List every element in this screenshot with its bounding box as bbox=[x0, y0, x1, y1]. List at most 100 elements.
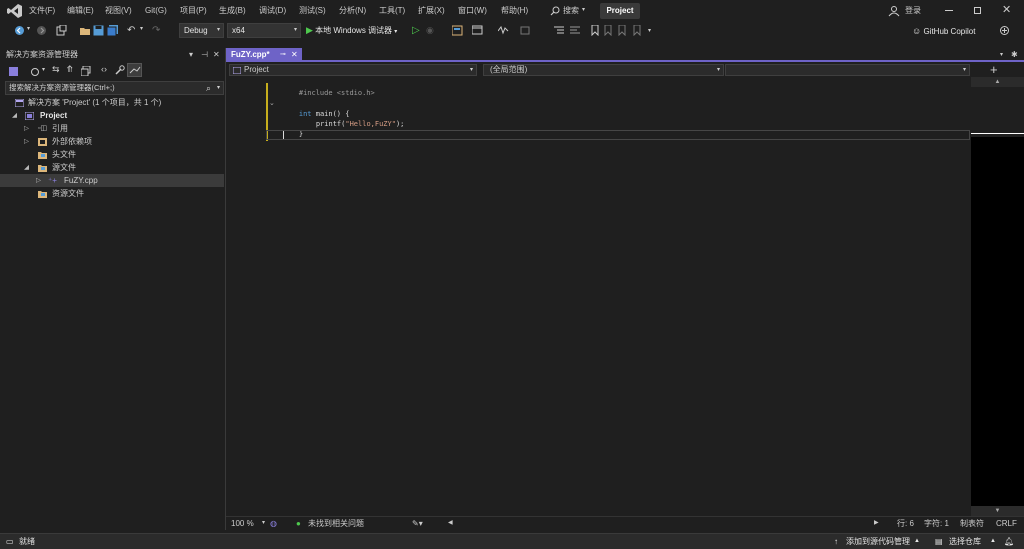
solution-configuration-dropdown[interactable]: Debug ▾ bbox=[179, 23, 224, 38]
notifications-bell-icon[interactable]: 🔔︎ bbox=[1004, 534, 1014, 549]
tab-pin-icon[interactable]: ⊸ bbox=[280, 48, 286, 62]
tree-item-solution[interactable]: 解决方案 'Project' (1 个项目，共 1 个) bbox=[0, 96, 224, 109]
zoom-level-dropdown[interactable]: 100 % bbox=[231, 517, 254, 530]
collapsed-arrow-icon[interactable]: ▷ bbox=[24, 122, 29, 135]
start-without-debugging-icon[interactable]: ▷ bbox=[412, 25, 423, 36]
solution-search-input[interactable]: 搜索解决方案资源管理器(Ctrl+;) ⌕ ▾ bbox=[5, 81, 224, 95]
window-position-icon[interactable]: ▾ bbox=[189, 48, 193, 62]
chevron-up-icon[interactable]: ▲ bbox=[990, 534, 996, 549]
navigate-forward-icon[interactable] bbox=[36, 25, 47, 36]
save-icon[interactable] bbox=[93, 25, 104, 36]
collapse-region-icon[interactable]: ⌄ bbox=[269, 99, 275, 107]
undo-icon[interactable]: ↶ bbox=[127, 25, 138, 36]
sync-with-document-icon[interactable]: ⇆ bbox=[52, 64, 60, 75]
solution-platform-dropdown[interactable]: x64 ▾ bbox=[227, 23, 301, 38]
properties-wrench-icon[interactable] bbox=[115, 65, 125, 75]
line-ending-indicator[interactable]: CRLF bbox=[996, 517, 1017, 530]
menu-view[interactable]: 视图(V) bbox=[105, 0, 132, 22]
tab-close-icon[interactable]: ✕ bbox=[291, 48, 298, 62]
minimize-window-button[interactable] bbox=[945, 10, 953, 11]
collapsed-arrow-icon[interactable]: ▷ bbox=[36, 174, 41, 187]
github-copilot-button[interactable]: ☺ GitHub Copilot bbox=[912, 22, 975, 40]
global-search-button[interactable]: 搜索 ▾ bbox=[546, 3, 590, 19]
close-window-button[interactable]: ✕ bbox=[1002, 5, 1011, 16]
scroll-left-arrow-icon[interactable]: ◀ bbox=[448, 517, 453, 530]
scroll-right-arrow-icon[interactable]: ▶ bbox=[874, 517, 879, 530]
menu-help[interactable]: 帮助(H) bbox=[501, 0, 528, 22]
vertical-scrollbar-map[interactable] bbox=[971, 77, 1024, 516]
tree-item-fuzy-cpp[interactable]: ▷ ⁺+ FuZY.cpp bbox=[0, 174, 224, 187]
menu-analyze[interactable]: 分析(N) bbox=[339, 0, 366, 22]
menu-edit[interactable]: 编辑(E) bbox=[67, 0, 94, 22]
show-all-files-icon[interactable] bbox=[81, 66, 91, 76]
clear-bookmarks-icon[interactable] bbox=[632, 25, 643, 36]
redo-icon[interactable]: ↷ bbox=[152, 25, 163, 36]
select-repository-button[interactable]: 选择仓库 bbox=[949, 534, 981, 549]
navigate-back-icon[interactable] bbox=[14, 25, 25, 36]
open-folder-icon[interactable] bbox=[80, 25, 91, 36]
preview-selected-items-icon[interactable] bbox=[127, 63, 142, 77]
line-number-indicator[interactable]: 行: 6 bbox=[897, 517, 914, 530]
menu-tools[interactable]: 工具(T) bbox=[379, 0, 405, 22]
code-view-icon[interactable]: ‹› bbox=[101, 64, 107, 74]
code-cleanup-icon[interactable]: ✎▾ bbox=[412, 517, 423, 530]
scope-dropdown[interactable]: (全局范围) ▾ bbox=[483, 64, 724, 76]
previous-bookmark-icon[interactable] bbox=[603, 25, 614, 36]
tree-item-source-files[interactable]: ◢ 源文件 bbox=[0, 161, 224, 174]
format-document-icon[interactable] bbox=[554, 25, 565, 36]
bookmark-icon[interactable] bbox=[590, 25, 601, 36]
expanded-arrow-icon[interactable]: ◢ bbox=[12, 109, 17, 122]
menu-debug[interactable]: 调试(D) bbox=[259, 0, 286, 22]
new-project-icon[interactable] bbox=[56, 25, 67, 36]
split-editor-plus-icon[interactable]: + bbox=[990, 63, 998, 77]
gear-icon[interactable]: ✱ bbox=[1011, 48, 1018, 62]
share-icon[interactable] bbox=[999, 25, 1010, 36]
chevron-down-icon[interactable]: ▾ bbox=[42, 66, 45, 73]
menu-build[interactable]: 生成(B) bbox=[219, 0, 246, 22]
user-account-icon[interactable] bbox=[888, 5, 900, 17]
menu-project[interactable]: 项目(P) bbox=[180, 0, 207, 22]
maximize-window-button[interactable] bbox=[974, 7, 981, 14]
sign-in-link[interactable]: 登录 bbox=[905, 0, 921, 22]
expanded-arrow-icon[interactable]: ◢ bbox=[24, 161, 29, 174]
tree-item-resource-files[interactable]: 资源文件 bbox=[0, 187, 224, 200]
start-debugging-button[interactable]: ▶ 本地 Windows 调试器 ▾ bbox=[306, 23, 397, 37]
visual-studio-logo-icon[interactable] bbox=[7, 4, 22, 18]
tree-item-header-files[interactable]: 头文件 bbox=[0, 148, 224, 161]
next-bookmark-icon[interactable] bbox=[617, 25, 628, 36]
copilot-status-icon[interactable]: ◍ bbox=[270, 517, 277, 530]
save-all-icon[interactable] bbox=[107, 25, 118, 36]
tabs-indicator[interactable]: 制表符 bbox=[960, 517, 984, 530]
menu-file[interactable]: 文件(F) bbox=[29, 0, 55, 22]
member-dropdown[interactable]: ▾ bbox=[725, 64, 970, 76]
chevron-down-icon[interactable]: ▾ bbox=[140, 25, 151, 36]
outdent-icon[interactable] bbox=[570, 25, 581, 36]
issues-status-text[interactable]: 未找到相关问题 bbox=[308, 517, 364, 530]
step-into-icon[interactable] bbox=[520, 25, 531, 36]
scroll-up-arrow-icon[interactable]: ▲ bbox=[971, 77, 1024, 87]
pending-changes-filter-icon[interactable] bbox=[30, 66, 41, 77]
menu-extensions[interactable]: 扩展(X) bbox=[418, 0, 445, 22]
browser-link-icon[interactable] bbox=[472, 25, 483, 36]
scrollbar-thumb[interactable] bbox=[971, 87, 1024, 137]
menu-window[interactable]: 窗口(W) bbox=[458, 0, 487, 22]
collapse-all-icon[interactable]: ⤊ bbox=[66, 64, 74, 75]
code-editor[interactable]: #include <stdio.h> int main() { printf("… bbox=[266, 77, 970, 516]
tab-list-dropdown-icon[interactable]: ▾ bbox=[1000, 48, 1003, 62]
chevron-up-icon[interactable]: ▲ bbox=[914, 534, 920, 549]
collapsed-arrow-icon[interactable]: ▷ bbox=[24, 135, 29, 148]
pin-icon[interactable]: ⊣ bbox=[201, 48, 208, 62]
column-number-indicator[interactable]: 字符: 1 bbox=[924, 517, 949, 530]
toolbar-options-icon[interactable]: ▾ bbox=[648, 27, 659, 38]
menu-git[interactable]: Git(G) bbox=[145, 0, 167, 22]
diagnostic-tools-icon[interactable] bbox=[498, 25, 509, 36]
tree-item-external-dependencies[interactable]: ▷ 外部依赖项 bbox=[0, 135, 224, 148]
close-icon[interactable]: ✕ bbox=[213, 48, 220, 62]
scroll-down-arrow-icon[interactable]: ▼ bbox=[971, 506, 1024, 516]
tree-item-project[interactable]: ◢ Project bbox=[0, 109, 224, 122]
hot-reload-icon[interactable]: ◉ bbox=[426, 25, 437, 36]
menu-test[interactable]: 测试(S) bbox=[299, 0, 326, 22]
chevron-down-icon[interactable]: ▾ bbox=[262, 517, 265, 530]
project-scope-dropdown[interactable]: Project ▾ bbox=[229, 64, 477, 76]
tree-item-references[interactable]: ▷ ▫◫ 引用 bbox=[0, 122, 224, 135]
